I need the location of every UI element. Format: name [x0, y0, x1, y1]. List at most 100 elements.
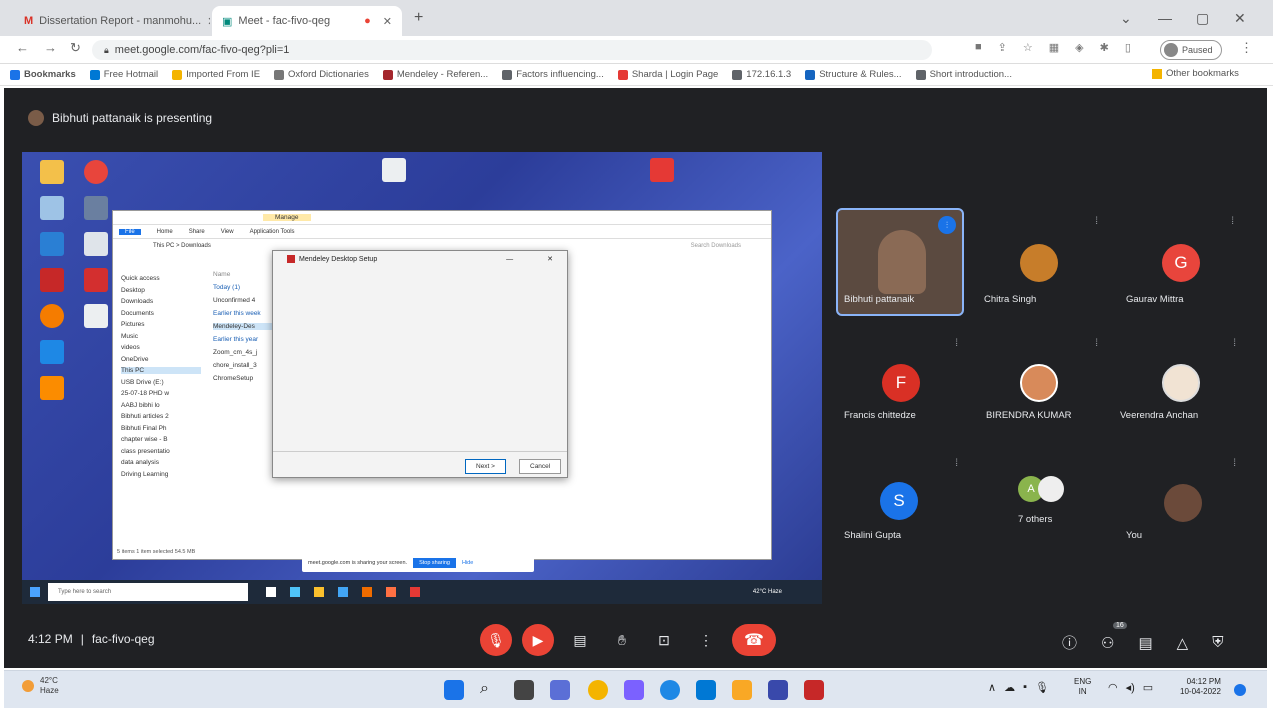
nav-item[interactable]: OneDrive [121, 356, 201, 363]
task-view-icon[interactable] [514, 680, 534, 700]
bookmark-item[interactable]: Factors influencing... [502, 69, 604, 80]
nav-item[interactable]: Music [121, 333, 201, 340]
camera-off-button[interactable]: ▶ [522, 624, 554, 656]
file-row[interactable]: Zoom_cm_4s_j [213, 349, 275, 356]
puzzle-icon[interactable]: ✱ [1100, 41, 1109, 54]
app-icon[interactable] [266, 587, 276, 597]
notification-icon[interactable] [1234, 684, 1246, 696]
bookmark-item[interactable]: Bookmarks [10, 69, 76, 80]
mail-icon[interactable] [696, 680, 716, 700]
tab-view[interactable]: View [221, 229, 234, 235]
participant-tile[interactable]: ⁞ G Gaurav Mittra [1120, 214, 1240, 314]
file-row[interactable]: Unconfirmed 4 [213, 297, 275, 304]
participant-tile[interactable]: ⁞ Veerendra Anchan [1120, 336, 1250, 436]
start-icon[interactable] [444, 680, 464, 700]
cancel-button[interactable]: Cancel [519, 459, 562, 474]
nav-item[interactable]: videos [121, 344, 201, 351]
nav-item[interactable]: 25-07-18 PHD w [121, 390, 201, 397]
cloud-icon[interactable]: ☁︎ [1004, 681, 1015, 694]
chevron-up-icon[interactable]: ∧ [988, 681, 996, 694]
desktop-icon[interactable] [30, 160, 74, 184]
nav-item[interactable]: Bibhuti articles 2 [121, 413, 201, 420]
group-header[interactable]: Today (1) [213, 284, 275, 291]
nav-item[interactable]: USB Drive (E:) [121, 379, 201, 386]
battery-icon[interactable]: ▭ [1143, 681, 1153, 694]
nav-item[interactable]: Pictures [121, 321, 201, 328]
file-row[interactable]: chore_install_3 [213, 362, 275, 369]
camera-icon[interactable]: ■ [975, 41, 982, 54]
wifi-icon[interactable]: ◠ [1108, 681, 1118, 694]
column-header[interactable]: Name [213, 271, 275, 278]
app-icon[interactable] [338, 587, 348, 597]
app-tray-icon[interactable]: ▪ [1023, 681, 1027, 694]
desktop-icon[interactable] [74, 160, 118, 184]
desktop-file-icon[interactable] [382, 158, 406, 182]
mendeley-icon[interactable] [804, 680, 824, 700]
stop-sharing-button[interactable]: Stop sharing [413, 558, 456, 568]
close-window-button[interactable]: ✕ [1234, 10, 1246, 27]
address-bar[interactable]: 🔒︎ meet.google.com/fac-fivo-qeg?pli=1 [92, 40, 932, 60]
host-controls-icon[interactable]: ⛨ [1212, 634, 1223, 651]
desktop-icon[interactable] [30, 376, 74, 400]
sidepanel-icon[interactable]: ▯ [1125, 41, 1131, 54]
participant-tile-self[interactable]: ⁞ You [1120, 456, 1250, 556]
reload-icon[interactable]: ↻ [70, 40, 81, 56]
edge-icon[interactable] [660, 680, 680, 700]
clock[interactable]: 04:12 PM 10-04-2022 [1180, 677, 1221, 697]
tab-application-tools[interactable]: Application Tools [250, 229, 295, 235]
bookmark-item[interactable]: 172.16.1.3 [732, 69, 791, 80]
bookmark-item[interactable]: Imported From IE [172, 69, 260, 80]
participant-tile-bibhuti[interactable]: ⫶ Bibhuti pattanaik [836, 208, 964, 316]
bookmark-item[interactable]: Oxford Dictionaries [274, 69, 369, 80]
minimize-icon[interactable]: — [506, 256, 513, 263]
desktop-icon[interactable] [30, 304, 74, 328]
nav-item[interactable]: Documents [121, 310, 201, 317]
close-tab-icon[interactable]: ✕ [207, 15, 210, 28]
bookmark-item[interactable]: Structure & Rules... [805, 69, 902, 80]
group-header[interactable]: Earlier this week [213, 310, 275, 317]
nav-item[interactable]: Downloads [121, 298, 201, 305]
nav-item[interactable]: class presentatio [121, 448, 201, 455]
nav-item[interactable]: data analysis [121, 459, 201, 466]
forward-icon[interactable]: → [44, 40, 57, 55]
nav-item[interactable]: Bibhuti Final Ph [121, 425, 201, 432]
close-icon[interactable]: ✕ [547, 255, 553, 263]
nav-item[interactable]: Quick access [121, 275, 201, 282]
group-header[interactable]: Earlier this year [213, 336, 275, 343]
windows-start-icon[interactable] [30, 587, 40, 597]
close-tab-icon[interactable]: ✕ [383, 15, 392, 28]
participant-tile[interactable]: ⁞ BIRENDRA KUMAR [980, 336, 1098, 436]
other-bookmarks[interactable]: Other bookmarks [1152, 68, 1239, 79]
participant-tile-others[interactable]: A 7 others [980, 456, 1098, 556]
desktop-icon[interactable] [30, 196, 74, 220]
next-button[interactable]: Next > [465, 459, 506, 474]
chrome-icon[interactable] [588, 680, 608, 700]
participant-tile[interactable]: ⁞ S Shalini Gupta [840, 456, 958, 556]
file-row[interactable]: Mendeley-Des [213, 323, 275, 330]
store-icon[interactable] [768, 680, 788, 700]
extension-icon[interactable]: ▦ [1049, 41, 1059, 54]
teams-icon[interactable] [624, 680, 644, 700]
nav-item[interactable]: Driving Learning [121, 471, 201, 478]
bookmark-item[interactable]: Sharda | Login Page [617, 69, 718, 80]
new-tab-button[interactable]: + [414, 9, 423, 27]
app-icon[interactable] [386, 587, 396, 597]
share-icon[interactable]: ⇪ [998, 41, 1007, 54]
activities-icon[interactable]: △ [1177, 634, 1189, 652]
star-icon[interactable]: ☆ [1023, 41, 1033, 54]
present-button[interactable]: ⊡ [648, 624, 680, 656]
app-icon[interactable] [362, 587, 372, 597]
weather-widget[interactable]: 42°C Haze [22, 676, 59, 696]
menu-icon[interactable]: ⋮ [1240, 40, 1253, 56]
manage-tab[interactable]: Manage [263, 214, 311, 221]
more-options-button[interactable]: ⋮ [690, 624, 722, 656]
end-call-button[interactable]: ☎︎ [732, 624, 776, 656]
desktop-icon[interactable] [30, 340, 74, 364]
taskbar-search[interactable]: Type here to search [48, 583, 248, 601]
raise-hand-button[interactable]: ✋︎ [606, 624, 638, 656]
mic-icon[interactable]: 🎙︎ [1035, 681, 1049, 694]
tab-home[interactable]: Home [157, 229, 173, 235]
volume-icon[interactable]: ◂) [1126, 681, 1135, 694]
bookmark-item[interactable]: Free Hotmail [89, 69, 158, 80]
file-explorer-icon[interactable] [732, 680, 752, 700]
